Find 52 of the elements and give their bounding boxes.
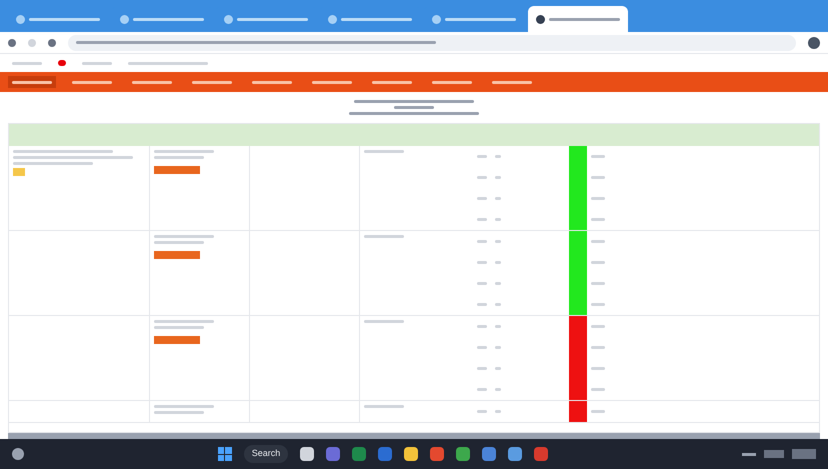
blurred-text — [591, 367, 605, 370]
blurred-text — [591, 218, 605, 221]
blurred-text — [591, 325, 605, 328]
blurred-text — [495, 282, 501, 285]
blurred-text — [495, 325, 501, 328]
blurred-text — [591, 282, 605, 285]
search-field[interactable]: Search — [244, 445, 288, 463]
nav-item[interactable] — [8, 76, 56, 88]
app-icon[interactable] — [300, 447, 314, 461]
blurred-text — [591, 197, 605, 200]
app-icon[interactable] — [456, 447, 470, 461]
browser-tab[interactable] — [528, 6, 628, 32]
blurred-text — [364, 235, 404, 238]
app-icon[interactable] — [404, 447, 418, 461]
blurred-text — [495, 303, 501, 306]
blurred-text — [495, 240, 501, 243]
blurred-text — [495, 346, 501, 349]
blurred-text — [495, 367, 501, 370]
blurred-text — [591, 155, 605, 158]
blurred-text — [591, 346, 605, 349]
blurred-text — [364, 150, 404, 153]
blurred-text — [591, 261, 605, 264]
forward-icon[interactable] — [28, 38, 36, 46]
blurred-text — [154, 326, 204, 329]
blurred-text — [591, 240, 605, 243]
blurred-text — [495, 197, 501, 200]
app-icon[interactable] — [508, 447, 522, 461]
blurred-text — [154, 411, 204, 414]
blurred-text — [495, 176, 501, 179]
reload-icon[interactable] — [48, 38, 56, 46]
blurred-text — [154, 241, 204, 244]
profile-avatar[interactable] — [808, 36, 820, 48]
address-field[interactable] — [68, 34, 796, 50]
blurred-text — [591, 388, 605, 391]
back-icon[interactable] — [8, 38, 16, 46]
blurred-text — [591, 410, 605, 413]
blurred-text — [154, 156, 204, 159]
blurred-text — [591, 303, 605, 306]
blurred-text — [154, 405, 214, 408]
blurred-text — [364, 405, 404, 408]
blurred-text — [495, 261, 501, 264]
blurred-text — [495, 155, 501, 158]
blurred-text — [591, 176, 605, 179]
blurred-text — [364, 320, 404, 323]
blurred-text — [154, 235, 214, 238]
blurred-text — [495, 410, 501, 413]
blurred-text — [394, 106, 434, 109]
blurred-text — [154, 150, 214, 153]
blurred-text — [495, 218, 501, 221]
start-icon[interactable] — [218, 447, 232, 461]
blurred-text — [154, 320, 214, 323]
blurred-text — [495, 388, 501, 391]
